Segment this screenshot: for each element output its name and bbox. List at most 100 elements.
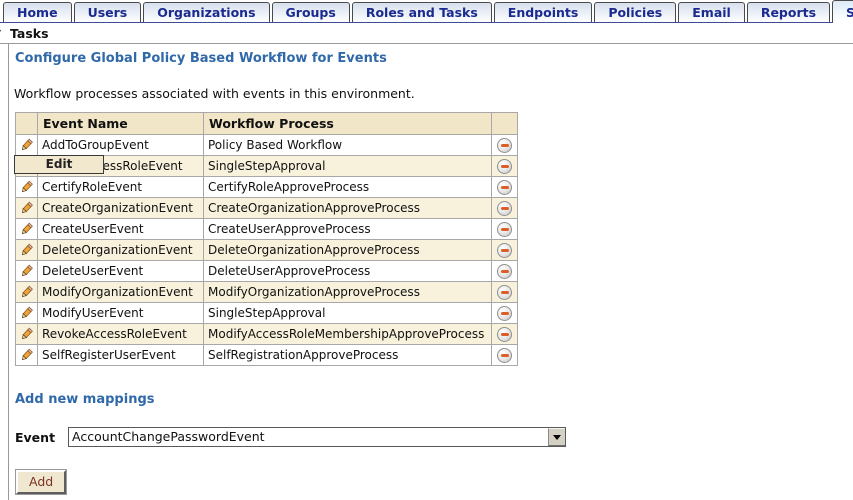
event-name-cell: DeleteOrganizationEvent (38, 240, 204, 261)
workflow-process-cell: SelfRegistrationApproveProcess (204, 345, 492, 366)
tab-home[interactable]: Home (3, 2, 72, 22)
table-row: DeleteUserEvent DeleteUserApproveProcess (16, 261, 518, 282)
minus-circle-icon (497, 243, 512, 258)
pencil-icon (20, 201, 33, 215)
pencil-icon (20, 327, 33, 341)
minus-circle-icon (497, 222, 512, 237)
remove-column-header (492, 113, 518, 135)
minus-circle-icon (497, 180, 512, 195)
workflow-process-cell: DeleteOrganizationApproveProcess (204, 240, 492, 261)
table-row: RevokeAccessRoleEvent ModifyAccessRoleMe… (16, 324, 518, 345)
edit-button[interactable] (20, 138, 33, 152)
page-description: Workflow processes associated with event… (14, 86, 853, 101)
minus-circle-icon (497, 159, 512, 174)
breadcrumb: Tasks (0, 23, 853, 44)
edit-column-header (16, 113, 38, 135)
workflow-process-cell: Policy Based Workflow (204, 135, 492, 156)
add-button[interactable]: Add (16, 470, 66, 494)
event-name-cell: CreateUserEvent (38, 219, 204, 240)
event-name-cell: RevokeAccessRoleEvent (38, 324, 204, 345)
edit-tooltip: Edit (14, 155, 104, 174)
workflow-process-cell: DeleteUserApproveProcess (204, 261, 492, 282)
remove-button[interactable] (497, 243, 512, 258)
table-row: AddToGroupEvent Policy Based Workflow (16, 135, 518, 156)
pencil-icon (20, 264, 33, 278)
event-name-cell: CreateOrganizationEvent (38, 198, 204, 219)
edit-button[interactable] (20, 264, 33, 278)
pencil-icon (20, 222, 33, 236)
tab-roles-and-tasks[interactable]: Roles and Tasks (352, 2, 492, 22)
tab-system[interactable]: System (832, 0, 853, 23)
remove-button[interactable] (497, 306, 512, 321)
workflow-process-cell: SingleStepApproval (204, 156, 492, 177)
workflow-mapping-table: Event Name Workflow Process AddToGro (15, 112, 518, 366)
workflow-process-cell: CreateOrganizationApproveProcess (204, 198, 492, 219)
dropdown-arrow-button[interactable] (548, 428, 565, 446)
edit-button[interactable] (20, 180, 33, 194)
workflow-process-cell: SingleStepApproval (204, 303, 492, 324)
page-title: Configure Global Policy Based Workflow f… (15, 51, 853, 66)
edit-button[interactable] (20, 306, 33, 320)
breadcrumb-tasks[interactable]: Tasks (10, 26, 49, 41)
remove-button[interactable] (497, 327, 512, 342)
edit-button[interactable] (20, 201, 33, 215)
table-row: ModifyUserEvent SingleStepApproval (16, 303, 518, 324)
workflow-process-column-header: Workflow Process (204, 113, 492, 135)
workflow-process-cell: CreateUserApproveProcess (204, 219, 492, 240)
tab-endpoints[interactable]: Endpoints (494, 2, 593, 22)
workflow-process-cell: CertifyRoleApproveProcess (204, 177, 492, 198)
workflow-process-cell: ModifyAccessRoleMembershipApproveProcess (204, 324, 492, 345)
remove-button[interactable] (497, 264, 512, 279)
chevron-down-icon (553, 435, 561, 440)
table-row: CreateUserEvent CreateUserApproveProcess (16, 219, 518, 240)
event-select[interactable]: AccountChangePasswordEvent (68, 427, 566, 447)
edit-button[interactable] (20, 243, 33, 257)
edit-button[interactable] (20, 348, 33, 362)
tab-organizations[interactable]: Organizations (143, 2, 269, 22)
tab-groups[interactable]: Groups (272, 2, 350, 22)
table-row: CreateOrganizationEvent CreateOrganizati… (16, 198, 518, 219)
remove-button[interactable] (497, 348, 512, 363)
remove-button[interactable] (497, 285, 512, 300)
minus-circle-icon (497, 264, 512, 279)
pencil-icon (20, 285, 33, 299)
remove-button[interactable] (497, 222, 512, 237)
breadcrumb-arrow-fragment (0, 28, 5, 39)
main-content: Configure Global Policy Based Workflow f… (8, 44, 853, 500)
minus-circle-icon (497, 285, 512, 300)
tab-users[interactable]: Users (74, 2, 142, 22)
table-row: DeleteOrganizationEvent DeleteOrganizati… (16, 240, 518, 261)
pencil-icon (20, 348, 33, 362)
remove-button[interactable] (497, 201, 512, 216)
event-label: Event (15, 430, 55, 445)
tab-email[interactable]: Email (678, 2, 745, 22)
tab-reports[interactable]: Reports (747, 2, 830, 22)
app-window: HomeUsersOrganizationsGroupsRoles and Ta… (0, 0, 853, 500)
minus-circle-icon (497, 138, 512, 153)
edit-button[interactable] (20, 285, 33, 299)
minus-circle-icon (497, 201, 512, 216)
remove-button[interactable] (497, 180, 512, 195)
event-name-cell: DeleteUserEvent (38, 261, 204, 282)
event-select-row: Event AccountChangePasswordEvent (15, 427, 853, 447)
table-row: CertifyRoleEvent CertifyRoleApproveProce… (16, 177, 518, 198)
pencil-icon (20, 306, 33, 320)
remove-button[interactable] (497, 138, 512, 153)
minus-circle-icon (497, 348, 512, 363)
event-select-value: AccountChangePasswordEvent (69, 428, 548, 446)
table-row: SelfRegisterUserEvent SelfRegistrationAp… (16, 345, 518, 366)
event-name-cell: SelfRegisterUserEvent (38, 345, 204, 366)
pencil-icon (20, 180, 33, 194)
minus-circle-icon (497, 306, 512, 321)
event-name-cell: AddToGroupEvent (38, 135, 204, 156)
edit-button[interactable] (20, 327, 33, 341)
tab-policies[interactable]: Policies (594, 2, 676, 22)
event-name-cell: CertifyRoleEvent (38, 177, 204, 198)
minus-circle-icon (497, 327, 512, 342)
edit-button[interactable] (20, 222, 33, 236)
event-name-cell: ModifyOrganizationEvent (38, 282, 204, 303)
top-nav-tabs: HomeUsersOrganizationsGroupsRoles and Ta… (0, 0, 853, 23)
workflow-process-cell: ModifyOrganizationApproveProcess (204, 282, 492, 303)
remove-button[interactable] (497, 159, 512, 174)
table-header-row: Event Name Workflow Process (16, 113, 518, 135)
